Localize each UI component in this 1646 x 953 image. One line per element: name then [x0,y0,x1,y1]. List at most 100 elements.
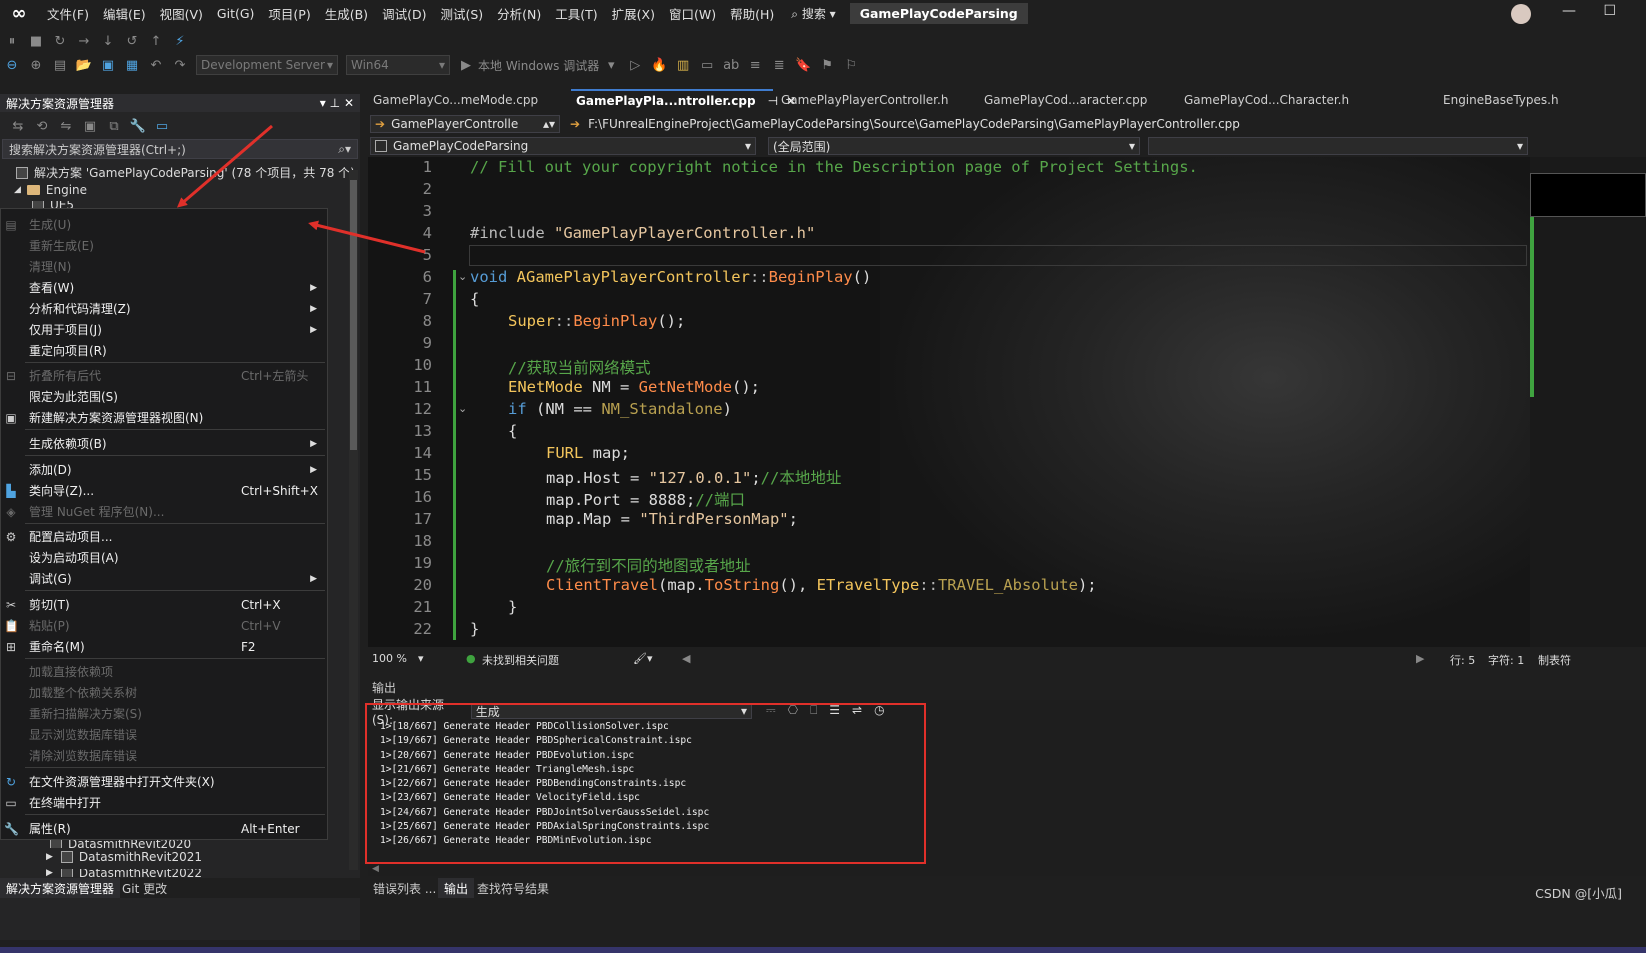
menu-item-show-db-errors[interactable]: 显示浏览数据库错误 [1,724,327,745]
datasmith2022-node[interactable]: ▶ DatasmithRevit2022 [46,869,202,877]
menu-item-nuget[interactable]: ◈ 管理 NuGet 程序包(N)... [1,501,327,522]
menu-extensions[interactable]: 扩展(X) [605,4,662,23]
datasmith2020-node[interactable]: DatasmithRevit2020 [50,840,191,848]
scroll-left-icon[interactable]: ◀ [682,652,690,665]
back-icon[interactable]: ⊖ [3,58,21,73]
step-back-icon[interactable]: ↺ [123,34,141,49]
issues-status[interactable]: 未找到相关问题 [482,652,559,668]
uncomment-icon[interactable]: ≣ [770,58,788,73]
switch-view-icon[interactable]: ⇆ [9,119,27,134]
stop-icon[interactable]: ■ [27,34,45,49]
solution-scrollbar[interactable] [349,170,358,870]
menu-file[interactable]: 文件(F) [40,4,96,23]
menu-git[interactable]: Git(G) [210,6,262,21]
menu-item-class-wizard[interactable]: ▙ 类向导(Z)... Ctrl+Shift+X [1,480,327,501]
fold-icon[interactable]: ⌄ [458,402,467,415]
scrollbar-thumb[interactable] [350,180,357,450]
preview-icon[interactable]: ▭ [153,119,171,134]
zoom-level[interactable]: 100 % [372,652,407,665]
menu-item-add[interactable]: 添加(D) ▶ [1,459,327,480]
datasmith2021-node[interactable]: ▶ DatasmithRevit2021 [46,850,202,864]
menu-item-new-view[interactable]: ▣ 新建解决方案资源管理器视图(N) [1,407,327,428]
tab-character-cpp[interactable]: GamePlayCod...aracter.cpp [979,89,1176,111]
menu-item-properties[interactable]: 🔧 属性(R) Alt+Enter [1,818,327,839]
open-folder-icon[interactable]: 📂 [75,58,93,73]
menu-debug[interactable]: 调试(D) [375,4,433,23]
menu-item-retarget[interactable]: 重定向项目(R) [1,340,327,361]
tab-git-changes[interactable]: Git 更改 [122,880,167,897]
restart-icon[interactable]: ↻ [51,34,69,49]
menu-tools[interactable]: 工具(T) [548,4,604,23]
avatar[interactable] [1511,4,1531,24]
bookmark-icon[interactable]: 🔖 [794,58,812,73]
platform-combo[interactable]: Win64 ▾ [346,55,450,75]
menu-item-rename[interactable]: ⊞ 重命名(M) F2 [1,636,327,657]
debugger-label[interactable]: 本地 Windows 调试器 [478,57,599,74]
save-icon[interactable]: ▣ [99,58,117,73]
menu-item-project-only[interactable]: 仅用于项目(J) ▶ [1,319,327,340]
menu-view[interactable]: 视图(V) [153,4,210,23]
history-icon[interactable]: ⟲ [33,119,51,134]
menu-build[interactable]: 生成(B) [318,4,375,23]
start-without-debug-icon[interactable]: ▷ [626,58,644,73]
code-minimap[interactable] [1530,157,1646,647]
menu-item-rebuild[interactable]: 重新生成(E) [1,235,327,256]
engine-folder-node[interactable]: ◢ Engine [14,183,87,197]
menu-item-analyze[interactable]: 分析和代码清理(Z) ▶ [1,298,327,319]
forward-icon[interactable]: ⊕ [27,58,45,73]
spell-check-icon[interactable]: ab [722,58,740,73]
menu-project[interactable]: 项目(P) [261,4,317,23]
maximize-icon[interactable]: ☐ [1603,3,1616,19]
menu-edit[interactable]: 编辑(E) [96,4,153,23]
step-out-icon[interactable]: ↑ [147,34,165,49]
tab-playercontroller-h[interactable]: GamePlayPlayerController.h [776,89,976,111]
redo-icon[interactable]: ↷ [171,58,189,73]
search-button[interactable]: ⌕ 搜索 ▾ [791,5,835,22]
brush-icon[interactable]: 🖌▾ [633,652,653,665]
tab-output[interactable]: 输出 [438,878,475,898]
member-dropdown[interactable]: ▾ [1148,137,1528,155]
bookmark-next-icon[interactable]: ⚐ [842,58,860,73]
menu-item-build-deps[interactable]: 生成依赖项(B) ▶ [1,433,327,454]
tab-enginebasetypes-h[interactable]: EngineBaseTypes.h [1438,89,1646,111]
tab-character-h[interactable]: GamePlayCod...Character.h [1179,89,1379,111]
wrench-icon[interactable]: 🔧 [129,119,147,134]
show-all-files-icon[interactable]: ⧉ [105,119,123,134]
tab-gamemode-cpp[interactable]: GamePlayCo...meMode.cpp [368,89,568,111]
menu-item-debug[interactable]: 调试(G) ▶ [1,568,327,589]
diagnostics-icon[interactable]: ⚡ [171,34,189,49]
menu-item-paste[interactable]: 📋 粘贴(P) Ctrl+V [1,615,327,636]
menu-item-open-folder[interactable]: ↻ 在文件资源管理器中打开文件夹(X) [1,771,327,792]
menu-item-load-direct[interactable]: 加载直接依赖项 [1,661,327,682]
scope-dropdown[interactable]: (全局范围) ▾ [768,137,1140,155]
menu-help[interactable]: 帮助(H) [723,4,781,23]
tab-playercontroller-cpp[interactable]: GamePlayPla...ntroller.cpp ⊣ ✕ [571,89,796,111]
solution-search-input[interactable]: 搜索解决方案资源管理器(Ctrl+;) ⌕▾ [2,139,358,159]
scroll-right-icon[interactable]: ▶ [1416,652,1424,665]
menu-item-load-tree[interactable]: 加载整个依赖关系树 [1,682,327,703]
menu-item-view[interactable]: 查看(W) ▶ [1,277,327,298]
menu-item-clean[interactable]: 清理(N) [1,256,327,277]
close-icon[interactable]: ✕ [344,96,354,110]
menu-item-clear-db-errors[interactable]: 清除浏览数据库错误 [1,745,327,766]
menu-item-config-startup[interactable]: ⚙ 配置启动项目... [1,526,327,547]
menu-item-collapse[interactable]: ⊟ 折叠所有后代 Ctrl+左箭头 [1,365,327,386]
menu-window[interactable]: 窗口(W) [662,4,723,23]
layout-icon[interactable]: ▭ [698,58,716,73]
menu-item-cut[interactable]: ✂ 剪切(T) Ctrl+X [1,594,327,615]
menu-item-rescan[interactable]: 重新扫描解决方案(S) [1,703,327,724]
class-dropdown[interactable]: ➔ GamePlayerControlle ▴▾ [370,115,560,133]
bookmark-prev-icon[interactable]: ⚑ [818,58,836,73]
new-project-icon[interactable]: ▤ [51,58,69,73]
solution-node[interactable]: 解决方案 'GamePlayCodeParsing' (78 个项目，共 78 … [16,164,355,181]
fold-icon[interactable]: ⌄ [458,270,467,283]
dropdown-icon[interactable]: ▾ [320,96,326,110]
hot-reload-icon[interactable]: 🔥 [650,58,668,73]
menu-item-open-terminal[interactable]: ▭ 在终端中打开 [1,792,327,813]
pause-icon[interactable]: ⏸ [3,34,21,49]
scroll-left-icon[interactable]: ◀ [372,864,379,874]
comment-icon[interactable]: ≡ [746,58,764,73]
folder-view-icon[interactable]: ▥ [674,58,692,73]
menu-test[interactable]: 测试(S) [433,4,490,23]
tab-solution-explorer[interactable]: 解决方案资源管理器 [0,878,121,898]
